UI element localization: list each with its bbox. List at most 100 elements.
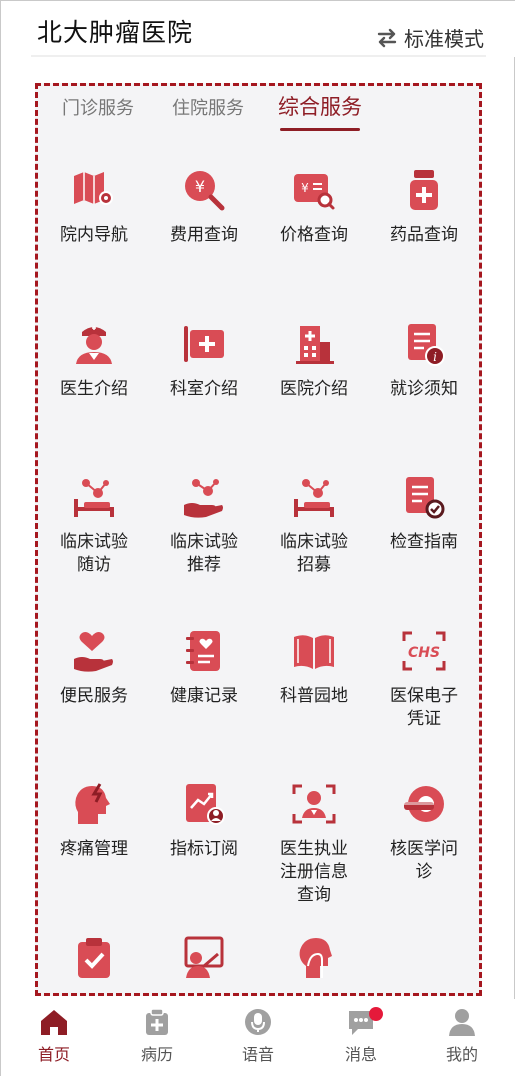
bed-molecule-icon	[292, 475, 336, 519]
service-item-label: 疼痛管理	[60, 839, 128, 859]
tabbar-item-message[interactable]: 消息	[321, 1007, 401, 1065]
service-item[interactable]: 健康记录	[149, 629, 259, 708]
service-item-label: 便民服务	[60, 686, 128, 706]
svg-text:i: i	[433, 350, 437, 364]
throat-head-icon	[292, 936, 336, 980]
service-item[interactable]: 疼痛管理	[39, 782, 149, 861]
tabbar-label: 首页	[37, 1045, 70, 1064]
service-item-label: 临床试验招募	[280, 532, 348, 575]
tabbar-label: 消息	[344, 1045, 377, 1064]
service-item[interactable]: 临床试验招募	[259, 475, 369, 577]
service-item[interactable]: 科室介绍	[149, 322, 259, 401]
service-item[interactable]	[149, 936, 259, 992]
checklist-document-icon	[402, 475, 446, 519]
tabbar-item-medical-record[interactable]: 病历	[117, 1007, 197, 1065]
service-item-label: 院内导航	[60, 225, 128, 245]
svg-text:¥: ¥	[301, 181, 309, 195]
chs-scan-icon: CHS	[402, 629, 446, 673]
bed-molecule-icon	[72, 475, 116, 519]
service-item-label: 就诊须知	[390, 379, 458, 399]
active-tab-underline	[280, 128, 360, 131]
service-item-label: 医保电子凭证	[390, 686, 458, 729]
service-item[interactable]: i 就诊须知	[369, 322, 479, 401]
mode-label: 标准模式	[404, 27, 484, 51]
profile-icon	[422, 1007, 502, 1037]
service-item[interactable]: ¥ 费用查询	[149, 168, 259, 247]
chart-user-icon	[182, 782, 226, 826]
mode-switch-button[interactable]: 标准模式	[376, 23, 484, 52]
unread-badge	[369, 1007, 383, 1021]
tabbar-label: 病历	[140, 1045, 173, 1064]
tabbar-item-home[interactable]: 首页	[14, 1007, 94, 1065]
service-item[interactable]: CHS 医保电子凭证	[369, 629, 479, 731]
hospital-building-icon	[292, 322, 336, 366]
service-item[interactable]: 科普园地	[259, 629, 369, 708]
tab-outpatient[interactable]: 门诊服务	[62, 94, 134, 120]
service-item[interactable]: 医院介绍	[259, 322, 369, 401]
service-item-label: 科普园地	[280, 686, 348, 706]
clipboard-check-icon	[72, 936, 116, 980]
microphone-icon	[218, 1007, 298, 1037]
service-item[interactable]: 便民服务	[39, 629, 149, 708]
service-panel: 门诊服务 住院服务 综合服务 院内导航 ¥ 费用查询 ¥ 价格查询 药品查询医生介绍 科室介…	[35, 83, 482, 996]
hand-molecule-icon	[182, 475, 226, 519]
service-item[interactable]: 院内导航	[39, 168, 149, 247]
service-item-label: 核医学问诊	[390, 839, 458, 882]
tabbar-label: 我的	[445, 1045, 478, 1064]
service-item[interactable]: 临床试验推荐	[149, 475, 259, 577]
tabbar-label: 语音	[241, 1045, 274, 1064]
service-item[interactable]: 核医学问诊	[369, 782, 479, 884]
tabbar-item-microphone[interactable]: 语音	[218, 1007, 298, 1065]
service-item-label: 医生执业注册信息查询	[280, 839, 348, 905]
medical-record-icon	[117, 1007, 197, 1037]
nurse-icon	[72, 322, 116, 366]
service-item[interactable]: 临床试验随访	[39, 475, 149, 577]
service-item[interactable]: 医生介绍	[39, 322, 149, 401]
hand-heart-icon	[72, 629, 116, 673]
service-item-label: 费用查询	[170, 225, 238, 245]
open-book-icon	[292, 629, 336, 673]
service-item[interactable]: 检查指南	[369, 475, 479, 554]
service-item-label: 科室介绍	[170, 379, 238, 399]
service-item[interactable]: 医生执业注册信息查询	[259, 782, 369, 907]
service-item-label: 临床试验随访	[60, 532, 128, 575]
map-pin-icon	[72, 168, 116, 212]
service-item[interactable]	[259, 936, 369, 992]
doctor-scan-icon	[292, 782, 336, 826]
service-item-label: 价格查询	[280, 225, 348, 245]
top-header: 北大肿瘤医院 标准模式	[1, 1, 515, 57]
tabbar-item-profile[interactable]: 我的	[422, 1007, 502, 1065]
scanner-icon	[402, 782, 446, 826]
svg-text:CHS: CHS	[408, 645, 440, 661]
notebook-heart-icon	[182, 629, 226, 673]
header-divider	[31, 55, 486, 57]
tab-general[interactable]: 综合服务	[278, 91, 362, 121]
phone-frame: 北大肿瘤医院 标准模式 门诊服务 住院服务 综合服务 院内导航 ¥ 费用查询 ¥ 价格查…	[0, 0, 515, 1076]
bottom-tabbar: 首页 病历 语音 消息 我的	[1, 999, 515, 1076]
service-item[interactable]: 指标订阅	[149, 782, 259, 861]
service-item-label: 指标订阅	[170, 839, 238, 859]
price-search-icon: ¥	[292, 168, 336, 212]
service-item-label: 药品查询	[390, 225, 458, 245]
service-item-label: 医生介绍	[60, 379, 128, 399]
service-item-label: 临床试验推荐	[170, 532, 238, 575]
service-tabs: 门诊服务 住院服务 综合服务	[38, 86, 479, 146]
swap-arrows-icon	[377, 28, 397, 47]
yen-search-icon: ¥	[182, 168, 226, 212]
page-title: 北大肿瘤医院	[37, 18, 194, 47]
service-item[interactable]: ¥ 价格查询	[259, 168, 369, 247]
message-icon	[321, 1007, 401, 1037]
service-item-label: 医院介绍	[280, 379, 348, 399]
teacher-board-icon	[182, 936, 226, 980]
head-pain-icon	[72, 782, 116, 826]
info-document-icon: i	[402, 322, 446, 366]
service-item-label: 检查指南	[390, 532, 458, 552]
service-item-label: 健康记录	[170, 686, 238, 706]
medicine-bottle-icon	[402, 168, 446, 212]
svg-text:¥: ¥	[195, 177, 205, 196]
service-item[interactable]	[39, 936, 149, 992]
tab-inpatient[interactable]: 住院服务	[172, 94, 244, 120]
service-item[interactable]: 药品查询	[369, 168, 479, 247]
department-sign-icon	[182, 322, 226, 366]
home-icon	[14, 1007, 94, 1037]
